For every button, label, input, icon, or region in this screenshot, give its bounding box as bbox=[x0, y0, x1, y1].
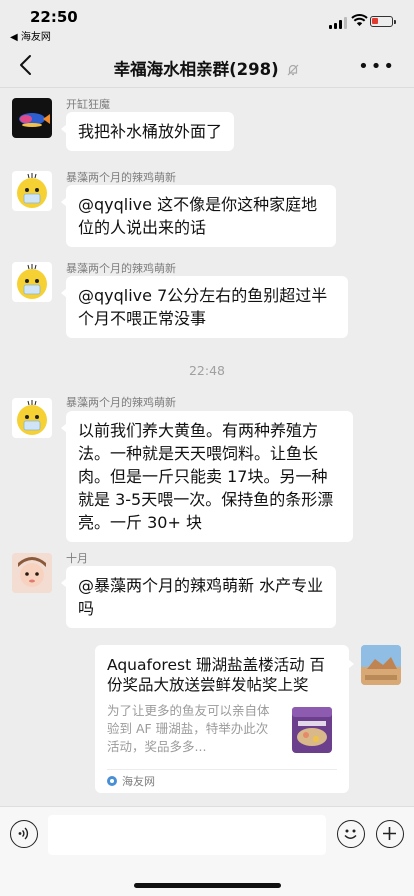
more-dots-icon[interactable]: ••• bbox=[358, 56, 396, 77]
message-bubble[interactable]: 我把补水桶放外面了 bbox=[60, 112, 235, 151]
message-bubble[interactable]: @qyqlive 7公分左右的鱼别超过半个月不喂正常没事 bbox=[61, 276, 348, 338]
sender-name: 暴藻两个月的辣鸡萌新 bbox=[66, 171, 176, 184]
avatar[interactable] bbox=[12, 398, 52, 438]
chat-timestamp: 22:48 bbox=[188, 363, 226, 378]
sender-name: 暴藻两个月的辣鸡萌新 bbox=[66, 396, 176, 409]
avatar[interactable] bbox=[361, 645, 401, 685]
source-logo-icon bbox=[107, 776, 117, 786]
message-bubble[interactable]: 以前我们养大黄鱼。有两种养殖方法。一种就是天天喂饲料。让鱼长肉。但是一斤只能卖 … bbox=[61, 411, 353, 542]
chat-header: 幸福海水相亲群(298) ••• bbox=[0, 44, 414, 88]
sender-name: 十月 bbox=[66, 552, 88, 565]
wifi-icon bbox=[351, 14, 368, 26]
avatar[interactable] bbox=[12, 262, 52, 302]
sender-name: 开缸狂魔 bbox=[66, 98, 110, 111]
message-input[interactable] bbox=[48, 815, 326, 855]
voice-icon[interactable] bbox=[10, 820, 38, 848]
avatar[interactable] bbox=[12, 553, 52, 593]
share-card-description: 为了让更多的鱼友可以亲自体验到 AF 珊湖盐，特举办此次活动，奖品多多... bbox=[107, 703, 270, 754]
share-card-divider bbox=[107, 769, 337, 770]
product-thumbnail bbox=[292, 707, 332, 753]
avatar[interactable] bbox=[12, 171, 52, 211]
message-bubble[interactable]: @qyqlive 这不像是你这种家庭地位的人说出来的话 bbox=[61, 185, 336, 247]
input-bar bbox=[0, 806, 414, 896]
mute-bell-icon bbox=[287, 64, 299, 76]
chat-title: 幸福海水相亲群(298) bbox=[0, 56, 414, 80]
share-card[interactable]: Aquaforest 珊湖盐盖楼活动 百份奖品大放送尝鲜发帖奖上奖 为了让更多的… bbox=[95, 645, 354, 793]
avatar[interactable] bbox=[12, 98, 52, 138]
sender-name: 暴藻两个月的辣鸡萌新 bbox=[66, 262, 176, 275]
share-card-source: 海友网 bbox=[107, 773, 155, 789]
status-time: 22:50 bbox=[30, 8, 78, 26]
share-card-title: Aquaforest 珊湖盐盖楼活动 百份奖品大放送尝鲜发帖奖上奖 bbox=[107, 656, 326, 694]
plus-icon[interactable] bbox=[376, 820, 404, 848]
battery-icon bbox=[370, 16, 396, 27]
signal-icon bbox=[329, 17, 347, 29]
message-bubble[interactable]: @暴藻两个月的辣鸡萌新 水产专业吗 bbox=[61, 566, 336, 628]
status-bar: 22:50 ◀ 海友网 bbox=[0, 0, 414, 44]
back-to-app-link[interactable]: ◀ 海友网 bbox=[10, 28, 51, 43]
chat-title-text: 幸福海水相亲群(298) bbox=[113, 60, 279, 79]
share-card-source-label: 海友网 bbox=[122, 775, 155, 788]
emoji-icon[interactable] bbox=[337, 820, 365, 848]
home-indicator bbox=[134, 883, 281, 888]
